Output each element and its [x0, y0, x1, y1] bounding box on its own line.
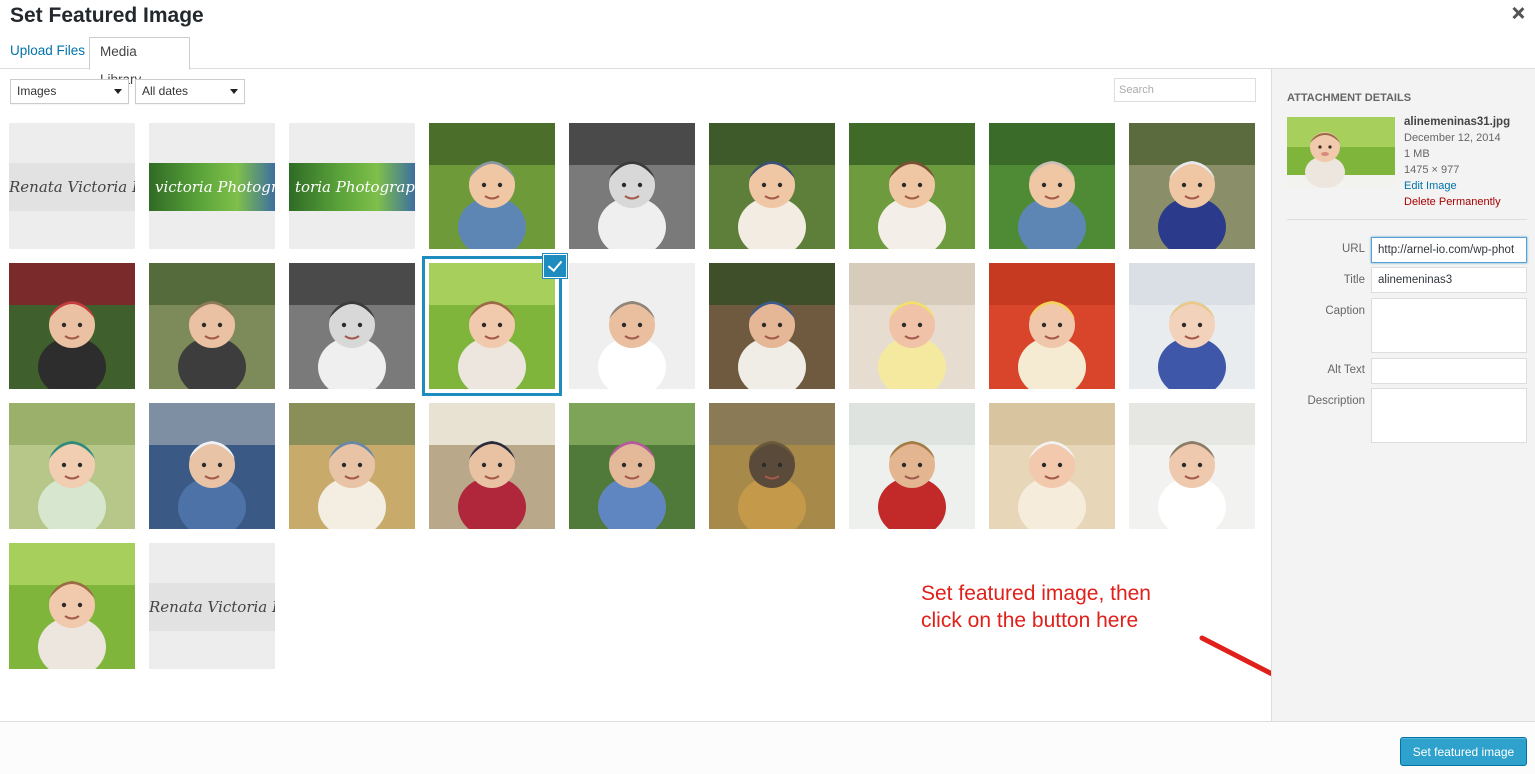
tab-media-library[interactable]: Media Library	[89, 37, 190, 87]
alt-text-field[interactable]	[1371, 358, 1527, 384]
chevron-down-icon	[230, 89, 238, 94]
toddler-preview-image	[1287, 117, 1395, 188]
type-filter-select[interactable]: Images	[10, 79, 129, 104]
attachment-thumbnail-family-standing-woods[interactable]	[149, 263, 275, 389]
attachment-thumbnail-newborn-knit-hat[interactable]	[569, 263, 695, 389]
newborn-red-blanket-image	[989, 263, 1115, 389]
date-filter-value: All dates	[142, 84, 189, 98]
alt-text-label: Alt Text	[1327, 364, 1366, 376]
attachment-thumbnail-family-legs-baby[interactable]	[709, 123, 835, 249]
modal-footer: Set featured image	[0, 721, 1535, 774]
attachment-thumbnail-newborn-red-blanket[interactable]	[989, 263, 1115, 389]
search-input[interactable]	[1114, 78, 1256, 102]
attachment-info: alinemeninas31.jpg December 12, 2014 1 M…	[1404, 114, 1510, 210]
attachment-thumbnail-renata-victoria-banner[interactable]: Renata Victoria Ph	[9, 123, 135, 249]
attachment-thumbnail-baby-wooden-table[interactable]	[849, 123, 975, 249]
media-modal: Set Featured Image Upload Files Media Li…	[0, 0, 1535, 774]
instruction-annotation: Set featured image, then click on the bu…	[921, 580, 1151, 634]
curly-hair-girl-image	[849, 403, 975, 529]
attachment-thumbnail-couple-guitar-field[interactable]	[289, 403, 415, 529]
attachment-thumbnail-renata-victoria-banner-2[interactable]: Renata Victoria Pl	[149, 543, 275, 669]
renata-victoria-banner-2-text: Renata Victoria Pl	[149, 598, 275, 616]
selected-check-icon[interactable]	[543, 254, 567, 278]
attachment-preview-thumbnail	[1287, 117, 1395, 188]
newborn-puppy-hat-image	[1129, 403, 1255, 529]
attachment-thumbnail-baby-bw-stool[interactable]	[569, 123, 695, 249]
newborn-smiling-headband-image	[989, 403, 1115, 529]
baby-crawling-wood-image	[989, 123, 1115, 249]
attachment-thumbnail-victoria-photography-green-banner[interactable]: victoria Photography	[149, 123, 275, 249]
victoria-photography-green-banner-text: victoria Photography	[155, 178, 275, 196]
attachment-thumbnail-baby-crawling-wood[interactable]	[989, 123, 1115, 249]
newborn-yellow-bow-image	[849, 263, 975, 389]
baby-wooden-table-image	[849, 123, 975, 249]
attachment-thumbnail-curly-hair-girl[interactable]	[849, 403, 975, 529]
url-label: URL	[1341, 243, 1365, 255]
attachment-thumbnail-girl-stairs-navy-dress[interactable]	[1129, 123, 1255, 249]
attachment-thumbnail-maternity-bunting[interactable]	[149, 403, 275, 529]
caption-field[interactable]	[1371, 298, 1527, 353]
set-featured-image-button[interactable]: Set featured image	[1400, 737, 1527, 766]
delete-permanently-link[interactable]: Delete Permanently	[1404, 194, 1510, 210]
family-legs-baby-image	[709, 123, 835, 249]
caption-label: Caption	[1325, 305, 1365, 317]
title-label: Title	[1343, 274, 1365, 286]
renata-victoria-banner-text: Renata Victoria Ph	[9, 178, 135, 196]
maternity-belly-red-image	[429, 403, 555, 529]
attachment-thumbnail-newborn-puppy-hat[interactable]	[1129, 403, 1255, 529]
attachment-thumbnail-maternity-belly-red[interactable]	[429, 403, 555, 529]
title-field[interactable]	[1371, 267, 1527, 293]
girl-stairs-navy-dress-image	[1129, 123, 1255, 249]
attachment-thumbnail-toddler-hands-face-2[interactable]	[9, 543, 135, 669]
attachment-thumbnail-autumn-tree[interactable]	[709, 403, 835, 529]
url-field[interactable]	[1371, 237, 1527, 263]
family-standing-woods-image	[149, 263, 275, 389]
autumn-tree-image	[709, 403, 835, 529]
attachment-thumbnail-toddler-hands-face[interactable]	[429, 254, 567, 389]
attachment-details-sidebar: ATTACHMENT DETAILS alinemeninas31.jpg De…	[1271, 69, 1535, 721]
woman-stairs-boots-image	[709, 263, 835, 389]
baby-bw-stool-2-image	[289, 263, 415, 389]
victoria-photography-green-banner-2-text: toria Photography	[295, 178, 415, 196]
baby-bw-stool-image	[569, 123, 695, 249]
attachment-filesize: 1 MB	[1404, 148, 1430, 160]
annotation-line-2: click on the button here	[921, 609, 1139, 632]
modal-title: Set Featured Image	[10, 4, 204, 27]
description-label: Description	[1307, 395, 1365, 407]
chevron-down-icon	[114, 89, 122, 94]
attachment-thumbnail-baby-headband-grass[interactable]	[429, 123, 555, 249]
maternity-bunting-image	[149, 403, 275, 529]
maternity-striped-dress-image	[569, 403, 695, 529]
attachment-date: December 12, 2014	[1404, 132, 1501, 144]
sidebar-divider	[1287, 219, 1527, 220]
attachment-thumbnail-victoria-photography-green-banner-2[interactable]: toria Photography	[289, 123, 415, 249]
toddler-hands-face-2-image	[9, 543, 135, 669]
type-filter-value: Images	[17, 84, 57, 98]
description-field[interactable]	[1371, 388, 1527, 443]
attachment-thumbnail-girl-blue-eyes-stripes[interactable]	[1129, 263, 1255, 389]
attachment-thumbnail-family-holiday-lights[interactable]	[9, 263, 135, 389]
media-tabs: Upload Files Media Library	[0, 35, 1535, 87]
attachment-thumbnail-girl-teal-headband[interactable]	[9, 403, 135, 529]
newborn-knit-hat-image	[569, 263, 695, 389]
couple-guitar-field-image	[289, 403, 415, 529]
baby-headband-grass-image	[429, 123, 555, 249]
attachment-details-heading: ATTACHMENT DETAILS	[1287, 92, 1412, 104]
attachment-dimensions: 1475 × 977	[1404, 164, 1460, 176]
family-holiday-lights-image	[9, 263, 135, 389]
attachment-thumbnail-newborn-yellow-bow[interactable]	[849, 263, 975, 389]
tab-upload-files[interactable]: Upload Files	[10, 37, 85, 70]
girl-blue-eyes-stripes-image	[1129, 263, 1255, 389]
attachment-thumbnail-baby-bw-stool-2[interactable]	[289, 263, 415, 389]
edit-image-link[interactable]: Edit Image	[1404, 178, 1510, 194]
attachment-thumbnail-newborn-smiling-headband[interactable]	[989, 403, 1115, 529]
close-icon[interactable]	[1510, 5, 1526, 21]
attachment-thumbnail-maternity-striped-dress[interactable]	[569, 403, 695, 529]
annotation-line-1: Set featured image, then	[921, 582, 1151, 605]
attachment-filename: alinemeninas31.jpg	[1404, 116, 1511, 128]
toddler-hands-face-image	[429, 263, 555, 389]
girl-teal-headband-image	[9, 403, 135, 529]
date-filter-select[interactable]: All dates	[135, 79, 245, 104]
attachment-thumbnail-woman-stairs-boots[interactable]	[709, 263, 835, 389]
